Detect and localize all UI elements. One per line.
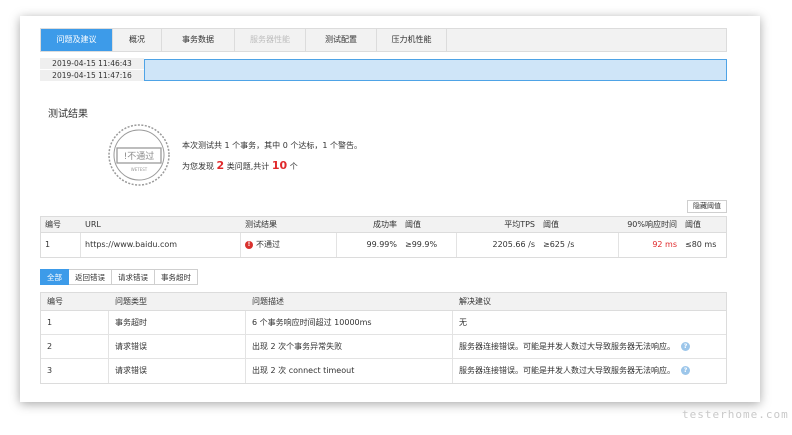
hide-threshold-button[interactable]: 隐藏阈值 (687, 200, 727, 213)
tab-server-performance[interactable]: 服务器性能 (235, 29, 306, 51)
tab-all[interactable]: 全部 (40, 269, 69, 285)
col-id: 编号 (45, 220, 61, 229)
tab-request-error[interactable]: 请求错误 (112, 269, 155, 285)
row-rt90-threshold: ≤80 ms (685, 240, 717, 249)
col-advice: 解决建议 (459, 297, 491, 306)
table-row: 2 请求错误 出现 2 次个事务异常失败 服务器连接错误。可能是并发人数过大导致… (41, 335, 726, 359)
error-icon: ! (245, 240, 253, 249)
row-result-label: 不通过 (256, 240, 280, 249)
stamp-small-text: WETEST (131, 167, 148, 172)
row-tps: 2205.66 /s (492, 240, 536, 249)
row-advice: 无 (459, 318, 467, 327)
row-success-rate: 99.99% (366, 240, 397, 249)
col-result: 测试结果 (245, 220, 277, 229)
timeline-bar[interactable] (144, 59, 727, 81)
fail-stamp-icon: !不通过 WETEST (108, 124, 170, 186)
row-type: 请求错误 (109, 335, 246, 358)
issue-count-suffix: 个 (289, 162, 298, 171)
table-row: 1 事务超时 6 个事务响应时间超过 10000ms 无 (41, 311, 726, 335)
col-issue-type: 问题类型 (115, 297, 147, 306)
row-success-threshold: ≥99.9% (401, 233, 457, 257)
issue-count-mid: 类问题,共计 (226, 162, 270, 171)
row-type: 事务超时 (109, 311, 246, 334)
issue-filter-tabs: 全部 返回错误 请求错误 事务超时 (40, 269, 198, 285)
summary-line: 本次测试共 1 个事务，其中 0 个达标，1 个警告。 (182, 141, 362, 150)
col-rt90-threshold: 阈值 (685, 220, 701, 229)
tab-transaction-data[interactable]: 事务数据 (162, 29, 235, 51)
issue-count-prefix: 为您发现 (182, 162, 214, 171)
issue-type-count: 2 (216, 159, 225, 172)
report-tabs: 问题及建议 概况 事务数据 服务器性能 测试配置 压力机性能 (40, 28, 727, 52)
watermark: testerhome.com (682, 408, 789, 421)
row-advice: 服务器连接错误。可能是并发人数过大导致服务器无法响应。? (453, 359, 726, 383)
row-type: 请求错误 (109, 359, 246, 383)
end-time: 2019-04-15 11:47:16 (40, 70, 144, 81)
time-range: 2019-04-15 11:46:43 2019-04-15 11:47:16 (40, 58, 144, 82)
issue-count-line: 为您发现 2 类问题,共计 10 个 (182, 159, 298, 172)
col-success-rate: 成功率 (373, 220, 397, 229)
tab-test-config[interactable]: 测试配置 (306, 29, 377, 51)
row-id: 3 (41, 359, 109, 383)
row-url: https://www.baidu.com (81, 233, 241, 257)
col-success-threshold: 阈值 (405, 220, 421, 229)
col-issue-desc: 问题描述 (252, 297, 284, 306)
tab-return-error[interactable]: 返回错误 (69, 269, 112, 285)
row-advice-text: 服务器连接错误。可能是并发人数过大导致服务器无法响应。 (459, 366, 675, 375)
start-time: 2019-04-15 11:46:43 (40, 58, 144, 69)
report-panel: 问题及建议 概况 事务数据 服务器性能 测试配置 压力机性能 2019-04-1… (20, 16, 760, 402)
row-id: 1 (41, 311, 109, 334)
row-desc: 出现 2 次个事务异常失败 (246, 335, 453, 358)
tab-issues-advice[interactable]: 问题及建议 (41, 29, 113, 51)
row-advice: 服务器连接错误。可能是并发人数过大导致服务器无法响应。? (453, 335, 726, 358)
row-result: ! 不通过 (241, 233, 337, 257)
row-tps-threshold: ≥625 /s (539, 233, 619, 257)
table-row: 1 https://www.baidu.com ! 不通过 99.99% ≥99.… (41, 233, 726, 257)
issue-table: 编号 问题类型 问题描述 解决建议 1 事务超时 6 个事务响应时间超过 100… (40, 292, 727, 384)
tab-load-generator-performance[interactable]: 压力机性能 (377, 29, 447, 51)
result-table-header: 编号 URL 测试结果 成功率 阈值 平均TPS 阈值 90%响应时间 阈值 (41, 217, 726, 233)
col-id: 编号 (47, 297, 63, 306)
help-icon[interactable]: ? (681, 342, 690, 351)
result-table: 编号 URL 测试结果 成功率 阈值 平均TPS 阈值 90%响应时间 阈值 1… (40, 216, 727, 258)
issue-table-header: 编号 问题类型 问题描述 解决建议 (41, 293, 726, 311)
col-rt90: 90%响应时间 (627, 220, 677, 229)
row-desc: 6 个事务响应时间超过 10000ms (246, 311, 453, 334)
row-rt90: 92 ms (652, 240, 677, 249)
row-desc: 出现 2 次 connect timeout (246, 359, 453, 383)
col-tps-threshold: 阈值 (543, 220, 559, 229)
row-id: 2 (41, 335, 109, 358)
table-row: 3 请求错误 出现 2 次 connect timeout 服务器连接错误。可能… (41, 359, 726, 383)
col-tps: 平均TPS (504, 220, 535, 229)
row-advice-text: 服务器连接错误。可能是并发人数过大导致服务器无法响应。 (459, 342, 675, 351)
help-icon[interactable]: ? (681, 366, 690, 375)
tab-overview[interactable]: 概况 (113, 29, 162, 51)
tab-transaction-timeout[interactable]: 事务超时 (155, 269, 198, 285)
stamp-text: !不通过 (124, 150, 155, 162)
col-url: URL (85, 220, 101, 229)
row-id: 1 (41, 233, 81, 257)
section-title: 测试结果 (48, 109, 88, 120)
issue-total-count: 10 (271, 159, 288, 172)
